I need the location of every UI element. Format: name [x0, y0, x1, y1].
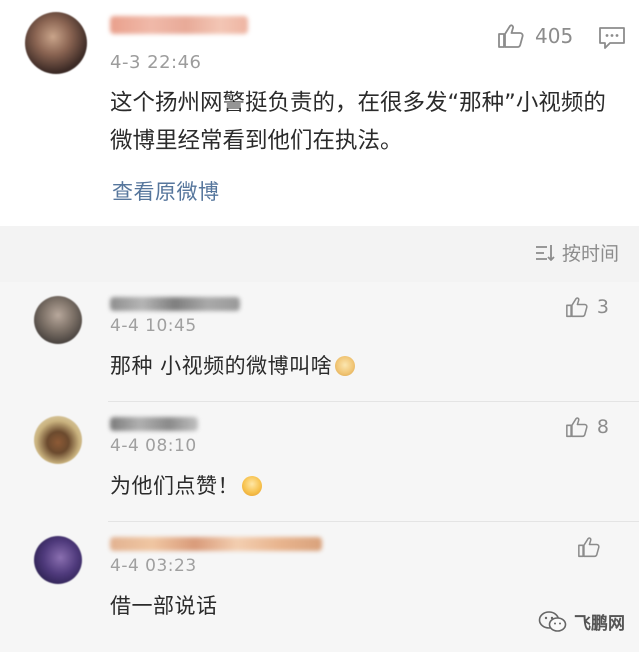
reply-like-button[interactable] — [577, 536, 609, 558]
comment-icon — [599, 27, 625, 49]
reply-like-count: 8 — [596, 416, 609, 438]
main-comment-like-button[interactable]: 405 — [497, 23, 573, 49]
doge-emoji-icon — [335, 356, 356, 376]
reply-username-blurred[interactable] — [110, 537, 322, 551]
wechat-watermark: 飞鹏网 — [538, 609, 625, 634]
reply-username-blurred[interactable] — [110, 417, 198, 431]
reply-time: 4-4 03:23 — [110, 556, 197, 576]
thumbs-up-icon — [565, 297, 588, 318]
wechat-logo-icon — [538, 610, 567, 632]
reply-text: 那种 小视频的微博叫啥 — [110, 350, 356, 380]
reply-like-button[interactable]: 8 — [565, 416, 609, 438]
thumbs-up-icon — [498, 24, 524, 48]
main-comment-avatar[interactable] — [25, 12, 87, 74]
reply-comment-button[interactable] — [598, 26, 626, 50]
reply-avatar[interactable] — [34, 416, 82, 464]
reply-time: 4-4 10:45 — [110, 316, 197, 336]
reply-item: 4-4 08:10 为他们点赞！ 8 — [0, 402, 639, 522]
scared-emoji-icon — [242, 476, 262, 496]
sort-icon — [535, 244, 555, 261]
main-comment-username-blurred[interactable] — [110, 16, 248, 34]
thumbs-up-icon — [565, 417, 588, 438]
main-comment-like-count: 405 — [535, 24, 574, 48]
reply-username-blurred[interactable] — [110, 297, 240, 311]
reply-avatar[interactable] — [34, 536, 82, 584]
reply-avatar[interactable] — [34, 296, 82, 344]
sort-label: 按时间 — [561, 243, 619, 265]
reply-text-content: 那种 小视频的微博叫啥 — [110, 354, 333, 378]
sort-bar: 按时间 — [0, 226, 639, 282]
main-comment-time: 4-3 22:46 — [110, 52, 202, 73]
reply-text: 借一部说话 — [110, 594, 218, 618]
sort-by-time-toggle[interactable]: 按时间 — [534, 239, 619, 266]
reply-like-button[interactable]: 3 — [565, 296, 609, 318]
watermark-text: 飞鹏网 — [574, 614, 625, 634]
reply-like-count: 3 — [596, 296, 609, 318]
view-original-weibo-link[interactable]: 查看原微博 — [112, 176, 220, 206]
reply-text-content: 为他们点赞！ — [110, 474, 239, 498]
reply-item: 4-4 10:45 那种 小视频的微博叫啥 3 — [0, 282, 639, 402]
reply-time: 4-4 08:10 — [110, 436, 197, 456]
weibo-comment-screen: 4-3 22:46 405 这个扬州网警挺负责的，在很多发“那种”小视频的微博里… — [0, 0, 639, 652]
main-comment: 4-3 22:46 405 这个扬州网警挺负责的，在很多发“那种”小视频的微博里… — [0, 0, 639, 226]
thumbs-up-icon — [578, 537, 600, 558]
main-comment-text: 这个扬州网警挺负责的，在很多发“那种”小视频的微博里经常看到他们在执法。 — [110, 90, 606, 154]
reply-text: 为他们点赞！ — [110, 470, 262, 500]
